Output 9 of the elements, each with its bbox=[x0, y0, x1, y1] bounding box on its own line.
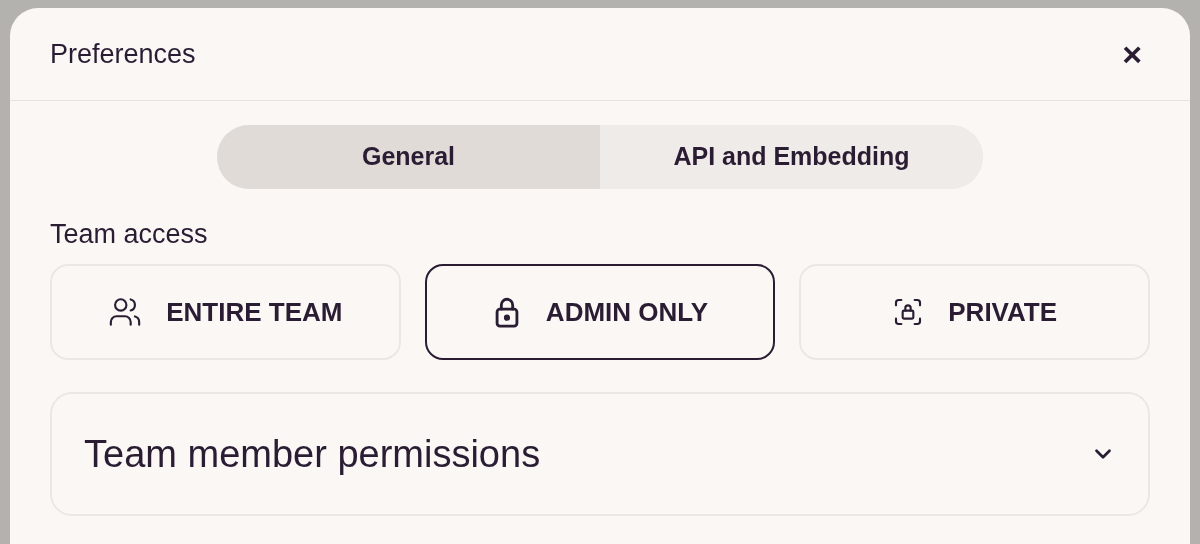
dialog-title: Preferences bbox=[50, 37, 196, 71]
access-option[interactable]: PRIVATE bbox=[799, 264, 1150, 360]
section-label: Team access bbox=[50, 221, 209, 248]
permissions-accordion[interactable]: Team member permissions bbox=[50, 392, 1150, 516]
people-icon bbox=[108, 295, 143, 329]
tab[interactable]: General bbox=[217, 125, 600, 189]
access-option[interactable]: ADMIN ONLY bbox=[424, 264, 776, 360]
close-button[interactable]: × bbox=[1122, 37, 1142, 71]
access-option[interactable]: ENTIRE TEAM bbox=[50, 264, 401, 360]
